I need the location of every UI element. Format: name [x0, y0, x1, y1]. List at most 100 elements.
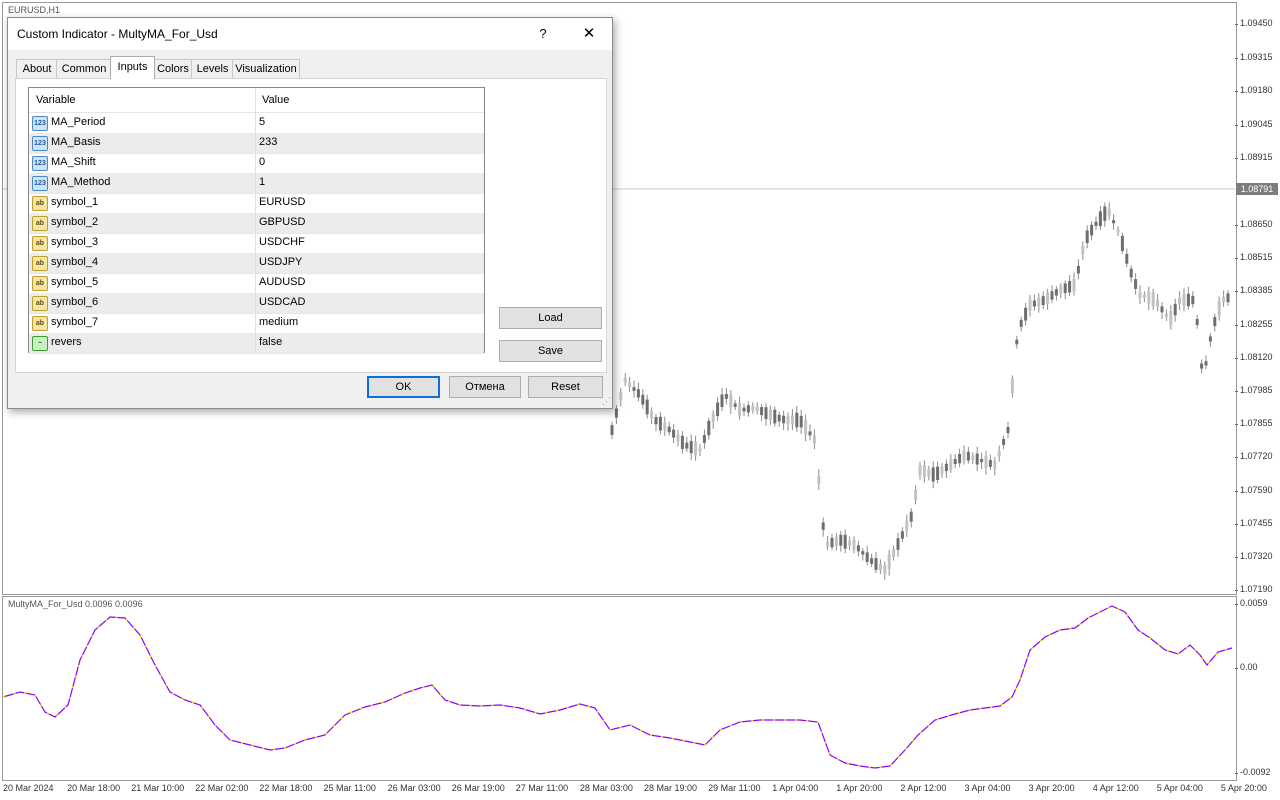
- number-type-icon: 123: [32, 116, 48, 131]
- dialog-title-bar[interactable]: Custom Indicator - MultyMA_For_Usd ? ✕: [8, 18, 612, 50]
- param-value[interactable]: EURUSD: [259, 196, 305, 208]
- time-tick-label: 28 Mar 19:00: [644, 783, 698, 793]
- candle: [685, 442, 689, 449]
- param-value[interactable]: USDCAD: [259, 296, 305, 308]
- close-button[interactable]: ✕: [574, 24, 604, 44]
- candle: [1116, 229, 1120, 233]
- candle: [738, 403, 742, 417]
- candle: [984, 455, 988, 469]
- candle: [782, 415, 786, 424]
- param-name: symbol_1: [51, 196, 99, 208]
- time-tick-label: 20 Mar 18:00: [67, 783, 121, 793]
- candle: [975, 453, 979, 465]
- candle: [1019, 319, 1023, 327]
- price-tick-label: 1.08515: [1235, 252, 1273, 263]
- time-tick-label: 28 Mar 03:00: [579, 783, 633, 793]
- candle: [795, 412, 799, 428]
- candle: [830, 538, 834, 548]
- candle: [1147, 291, 1151, 304]
- time-axis[interactable]: 20 Mar 2024 20 Mar 18:00 21 Mar 10:00 22 Ma…: [0, 780, 1280, 800]
- param-value[interactable]: AUDUSD: [259, 276, 305, 288]
- time-tick-label: 26 Mar 19:00: [451, 783, 505, 793]
- candle: [636, 389, 640, 398]
- param-row[interactable]: 123 MA_Shift 0: [29, 153, 484, 174]
- candle: [1010, 378, 1014, 394]
- candle: [1112, 220, 1116, 224]
- candle: [1068, 281, 1072, 293]
- param-row[interactable]: 123 MA_Method 1: [29, 173, 484, 194]
- candle: [742, 407, 746, 412]
- cancel-button[interactable]: Отмена: [449, 376, 521, 398]
- param-value[interactable]: medium: [259, 316, 298, 328]
- string-type-icon: ab: [32, 236, 48, 251]
- candle: [962, 450, 966, 462]
- param-row[interactable]: ab symbol_2 GBPUSD: [29, 213, 484, 234]
- param-row[interactable]: ~ revers false: [29, 333, 484, 354]
- ok-button[interactable]: OK: [367, 376, 440, 398]
- help-button[interactable]: ?: [528, 24, 558, 44]
- param-value[interactable]: 5: [259, 116, 265, 128]
- param-row[interactable]: ab symbol_1 EURUSD: [29, 193, 484, 214]
- string-type-icon: ab: [32, 276, 48, 291]
- candle: [667, 426, 671, 433]
- candle: [711, 413, 715, 422]
- number-type-icon: 123: [32, 176, 48, 191]
- param-row[interactable]: 123 MA_Basis 233: [29, 133, 484, 154]
- candle: [733, 403, 737, 407]
- candle: [790, 415, 794, 425]
- price-tick-label: 1.08120: [1235, 351, 1273, 362]
- param-value[interactable]: 1: [259, 176, 265, 188]
- column-divider[interactable]: [255, 88, 256, 352]
- param-value[interactable]: 0: [259, 156, 265, 168]
- tab-visualization[interactable]: Visualization: [232, 59, 300, 78]
- candle: [760, 407, 764, 416]
- param-row[interactable]: ab symbol_3 USDCHF: [29, 233, 484, 254]
- time-tick-label: 3 Apr 20:00: [1028, 783, 1075, 793]
- param-value[interactable]: 233: [259, 136, 277, 148]
- load-button[interactable]: Load: [499, 307, 602, 329]
- string-type-icon: ab: [32, 316, 48, 331]
- param-row[interactable]: ab symbol_7 medium: [29, 313, 484, 334]
- param-value[interactable]: false: [259, 336, 282, 348]
- column-header-variable[interactable]: Variable: [36, 94, 76, 106]
- param-name: MA_Period: [51, 116, 106, 128]
- reset-button[interactable]: Reset: [528, 376, 603, 398]
- candle: [852, 539, 856, 550]
- tab-inputs[interactable]: Inputs: [110, 56, 155, 79]
- current-price-marker: 1.08791: [1236, 183, 1278, 195]
- indicator-tick-label: 0.0059: [1235, 598, 1268, 608]
- param-row[interactable]: 123 MA_Period 5: [29, 113, 484, 134]
- param-name: MA_Method: [51, 176, 111, 188]
- param-value[interactable]: GBPUSD: [259, 216, 305, 228]
- tab-common[interactable]: Common: [56, 59, 112, 78]
- tab-levels[interactable]: Levels: [191, 59, 234, 78]
- param-row[interactable]: ab symbol_4 USDJPY: [29, 253, 484, 274]
- param-value[interactable]: USDJPY: [259, 256, 302, 268]
- candle: [958, 453, 962, 464]
- candle: [689, 440, 693, 454]
- time-tick-label: 25 Mar 11:00: [323, 783, 376, 793]
- candle: [1204, 361, 1208, 366]
- inputs-grid: Variable Value 123 MA_Period 5 123 MA_Basis 2…: [28, 87, 485, 354]
- param-row[interactable]: ab symbol_5 AUDUSD: [29, 273, 484, 294]
- inputs-tab-panel: Variable Value 123 MA_Period 5 123 MA_Basis 2…: [15, 78, 607, 373]
- param-value[interactable]: USDCHF: [259, 236, 305, 248]
- string-type-icon: ab: [32, 196, 48, 211]
- candle: [1178, 297, 1182, 305]
- candle: [1002, 438, 1006, 445]
- time-tick-label: 22 Mar 02:00: [195, 783, 249, 793]
- candle: [724, 393, 728, 399]
- resize-grip-icon[interactable]: ⋰: [602, 396, 611, 407]
- tab-about[interactable]: About: [16, 59, 58, 78]
- column-header-value[interactable]: Value: [262, 94, 289, 106]
- param-row[interactable]: ab symbol_6 USDCAD: [29, 293, 484, 314]
- param-name: symbol_7: [51, 316, 99, 328]
- time-tick-label: 1 Apr 20:00: [836, 783, 883, 793]
- save-button[interactable]: Save: [499, 340, 602, 362]
- tab-colors[interactable]: Colors: [153, 59, 193, 78]
- time-tick-label: 5 Apr 04:00: [1156, 783, 1203, 793]
- candle: [865, 552, 869, 563]
- param-name: symbol_5: [51, 276, 99, 288]
- candle: [799, 415, 803, 428]
- candle: [1050, 291, 1054, 300]
